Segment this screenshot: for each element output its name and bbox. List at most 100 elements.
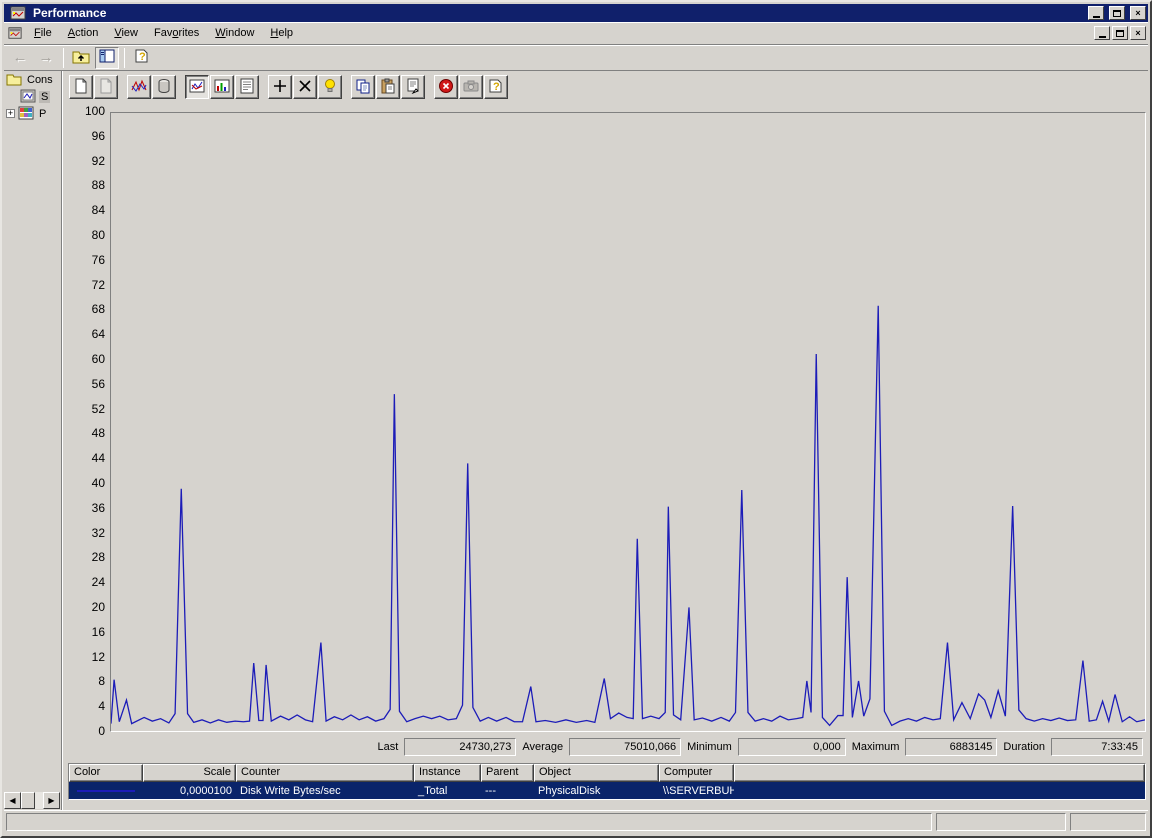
stat-label-last: Last [378,741,399,753]
update-data-icon [463,78,479,97]
scale: 0,0000100 [143,785,236,797]
y-tick-label: 52 [65,403,105,416]
tree-horizontal-scrollbar[interactable]: ◀ ▶ [4,792,60,809]
y-tick-label: 36 [65,502,105,515]
close-button[interactable]: × [1130,6,1146,20]
freeze-display-icon [438,78,454,97]
paste-counter-list-button[interactable] [376,75,400,99]
window-title: Performance [33,6,1083,20]
y-tick-label: 24 [65,576,105,589]
tree-item-cons[interactable]: Cons [4,71,61,88]
perf-logs-icon [18,106,34,122]
child-restore-button[interactable] [1112,26,1128,40]
highlight-button[interactable] [318,75,342,99]
y-tick-label: 44 [65,452,105,465]
help-button[interactable]: ? [130,47,154,69]
legend-header-parent[interactable]: Parent [481,764,534,782]
console-tree-panel: ConsS+P ◀ ▶ [4,71,61,810]
forward-button: → [34,47,58,69]
menu-help[interactable]: Help [262,24,301,42]
counter-color-swatch [69,790,143,792]
statusbar [4,810,1148,834]
child-close-button[interactable]: × [1130,26,1146,40]
menu-action[interactable]: Action [60,24,107,42]
svg-text:?: ? [493,81,500,93]
minimize-button[interactable] [1088,6,1104,20]
computer: \\SERVERBUH [659,785,734,797]
instance: _Total [414,785,481,797]
freeze-display-button[interactable] [434,75,458,99]
legend-header-counter[interactable]: Counter [236,764,414,782]
stat-value-minimum: 0,000 [738,738,846,756]
y-tick-label: 92 [65,155,105,168]
y-tick-label: 84 [65,204,105,217]
legend-header-filler [734,764,1145,782]
y-tick-label: 100 [65,105,105,118]
legend-header-row: ColorScaleCounterInstanceParentObjectCom… [69,764,1145,782]
add-counters-button[interactable] [268,75,292,99]
app-icon [10,5,26,21]
delete-counter-button[interactable] [293,75,317,99]
stats-bar: Last24730,273Average75010,066Minimum0,00… [378,737,1143,757]
legend-header-scale[interactable]: Scale [143,764,236,782]
parent: --- [481,785,534,797]
y-tick-label: 16 [65,626,105,639]
update-data-button [459,75,483,99]
scroll-right-button[interactable]: ▶ [43,792,60,809]
toolbar-separator [124,48,125,68]
forward-arrow-icon: → [39,49,54,66]
legend-header-color[interactable]: Color [69,764,143,782]
view-current-activity-button[interactable] [127,75,151,99]
view-histogram-button[interactable] [210,75,234,99]
view-report-button[interactable] [235,75,259,99]
y-tick-label: 20 [65,601,105,614]
scroll-left-button[interactable]: ◀ [4,792,21,809]
y-axis-ticks: 1009692888480767268646056524844403632282… [65,105,105,738]
help-button[interactable]: ? [484,75,508,99]
stat-label-minimum: Minimum [687,741,732,753]
up-folder-icon [72,48,90,67]
stat-label-maximum: Maximum [852,741,900,753]
stat-label-average: Average [522,741,563,753]
view-current-activity-icon [131,78,147,97]
expand-icon[interactable]: + [6,109,15,118]
status-pane-2 [936,813,1066,831]
y-tick-label: 4 [65,700,105,713]
properties-button[interactable] [401,75,425,99]
up-one-level-button[interactable] [69,47,93,69]
system-monitor-panel: ? 10096928884807672686460565248444036322… [65,71,1148,810]
y-tick-label: 76 [65,254,105,267]
y-tick-label: 72 [65,279,105,292]
copy-properties-button[interactable] [351,75,375,99]
y-tick-label: 28 [65,551,105,564]
y-tick-label: 56 [65,378,105,391]
tree-item-s[interactable]: S [4,88,61,105]
add-counters-icon [272,78,288,97]
back-button: ← [8,47,32,69]
new-counter-set-button[interactable] [69,75,93,99]
toolbar-separator [63,48,64,68]
tree-item-p[interactable]: +P [4,105,61,122]
menu-window[interactable]: Window [207,24,262,42]
legend-header-computer[interactable]: Computer [659,764,734,782]
view-log-data-button[interactable] [152,75,176,99]
scrollbar-thumb[interactable] [21,792,35,809]
legend-header-object[interactable]: Object [534,764,659,782]
y-tick-label: 64 [65,328,105,341]
stat-value-maximum: 6883145 [905,738,997,756]
highlight-icon [322,78,338,97]
view-graph-button[interactable] [185,75,209,99]
folder-icon [6,72,22,88]
menu-favorites[interactable]: Favorites [146,24,207,42]
menubar: FileActionViewFavoritesWindowHelp × [4,22,1148,45]
legend-counter-row[interactable]: 0,0000100Disk Write Bytes/sec_Total---Ph… [69,782,1145,799]
show-hide-console-tree-button[interactable] [95,47,119,69]
menu-file[interactable]: File [26,24,60,42]
child-minimize-button[interactable] [1094,26,1110,40]
status-pane-3 [1070,813,1146,831]
y-tick-label: 96 [65,130,105,143]
restore-button[interactable] [1109,6,1125,20]
legend-header-instance[interactable]: Instance [414,764,481,782]
y-tick-label: 88 [65,179,105,192]
menu-view[interactable]: View [106,24,146,42]
